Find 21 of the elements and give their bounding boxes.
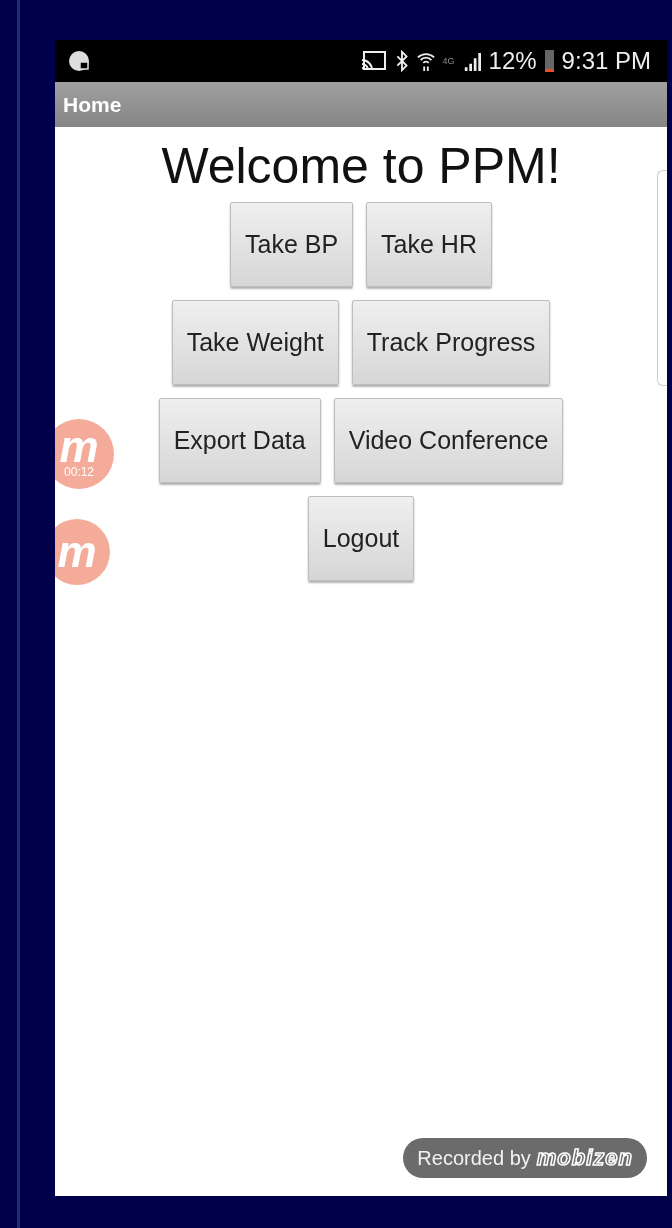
- welcome-heading: Welcome to PPM!: [160, 139, 562, 194]
- clock: 9:31 PM: [561, 47, 651, 75]
- recorder-logo: mobizen: [536, 1145, 633, 1171]
- battery-percent: 12%: [488, 47, 537, 75]
- signal-icon: [462, 50, 481, 72]
- app-logo-icon: [67, 49, 91, 73]
- menu-button[interactable]: Export Data: [158, 398, 321, 483]
- menu-button[interactable]: Take Weight: [171, 300, 339, 385]
- network-type: 4G: [442, 56, 455, 66]
- menu-button[interactable]: Take BP: [230, 202, 354, 287]
- menu-button[interactable]: Take HR: [366, 202, 492, 287]
- edge-panel-handle[interactable]: [657, 170, 667, 386]
- cast-icon: [360, 50, 387, 72]
- action-bar-title: Home: [63, 92, 122, 117]
- wifi-icon: [416, 50, 435, 72]
- menu-button[interactable]: Video Conference: [333, 398, 564, 483]
- recorded-by-label: Recorded by: [417, 1146, 531, 1170]
- menu-button[interactable]: Track Progress: [351, 300, 551, 385]
- menu-button[interactable]: Logout: [307, 496, 415, 581]
- battery-icon: [544, 50, 554, 72]
- bluetooth-icon: [394, 50, 409, 72]
